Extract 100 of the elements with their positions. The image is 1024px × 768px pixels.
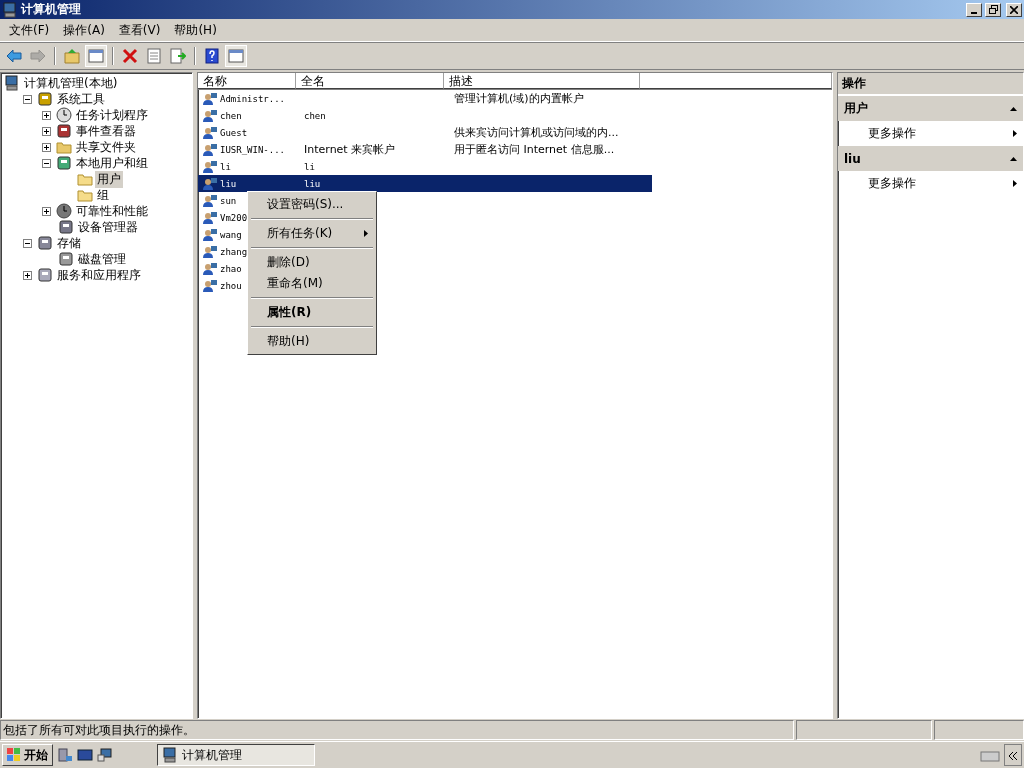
user-icon <box>202 261 218 276</box>
tree-item[interactable]: 事件查看器 <box>74 122 138 140</box>
tree-item[interactable]: 本地用户和组 <box>74 154 150 172</box>
close-icon <box>1010 5 1018 14</box>
forward-arrow-icon <box>30 48 46 64</box>
user-icon <box>202 159 218 174</box>
toolbar-button[interactable] <box>85 45 107 67</box>
folder-icon <box>77 172 93 186</box>
tree-item[interactable]: 设备管理器 <box>76 218 140 236</box>
menu-item[interactable]: 设置密码(S)... <box>250 194 374 215</box>
back-arrow-icon <box>6 48 22 64</box>
folder-icon <box>77 188 93 202</box>
table-cell[interactable]: wang <box>220 229 242 240</box>
computer-icon <box>4 75 20 91</box>
double-chevron-icon <box>1008 751 1018 760</box>
user-icon <box>202 91 218 106</box>
close-button[interactable] <box>1006 2 1022 17</box>
table-cell[interactable]: zhang <box>220 246 248 257</box>
toolbar-button[interactable] <box>167 45 189 67</box>
menu-item[interactable]: 查看(V) <box>111 19 168 41</box>
status-text: 包括了所有可对此项目执行的操作。 <box>0 720 794 740</box>
table-cell[interactable]: Guest <box>220 127 248 138</box>
action-group-header[interactable]: liu <box>838 146 1023 171</box>
expander-icon[interactable] <box>42 206 51 216</box>
column-header[interactable]: 名称 <box>198 73 297 89</box>
explorer-icon[interactable] <box>97 747 113 763</box>
tree-item[interactable]: 服务和应用程序 <box>55 266 143 284</box>
expander-icon[interactable] <box>23 270 32 280</box>
user-icon <box>202 125 218 140</box>
user-icon <box>202 278 218 293</box>
table-cell[interactable]: liu <box>220 178 237 189</box>
tree-item[interactable]: 存储 <box>55 234 83 252</box>
tree-item[interactable]: 计算机管理(本地) <box>22 74 120 92</box>
expander-icon[interactable] <box>23 94 32 104</box>
action-item[interactable]: 更多操作 <box>838 171 1023 196</box>
tree-item[interactable]: 组 <box>95 186 111 204</box>
table-cell[interactable]: IUSR_WIN-... <box>220 144 286 155</box>
expander-icon[interactable] <box>42 110 51 120</box>
shared-folder-icon <box>56 140 72 154</box>
table-cell[interactable]: chen <box>220 110 242 121</box>
menu-item[interactable]: 所有任务(K) <box>250 223 374 244</box>
user-icon <box>202 142 218 157</box>
tree-item[interactable]: 用户 <box>95 170 123 188</box>
minimize-button[interactable] <box>966 2 982 17</box>
table-cell[interactable]: Vm200 <box>220 212 248 223</box>
tree-item[interactable]: 磁盘管理 <box>76 250 128 268</box>
menu-item[interactable]: 帮助(H) <box>167 19 224 41</box>
expander-icon[interactable] <box>42 126 51 136</box>
list-row[interactable]: liu liu <box>198 175 652 192</box>
show-tray-button[interactable] <box>1004 744 1022 766</box>
menu-item[interactable]: 重命名(M) <box>250 273 374 294</box>
user-icon <box>202 108 218 123</box>
table-cell: 用于匿名访问 Internet 信息服... <box>454 142 615 157</box>
tree-item[interactable]: 任务计划程序 <box>74 106 150 124</box>
table-cell[interactable]: li <box>220 161 231 172</box>
restore-button[interactable] <box>985 2 1001 17</box>
menu-item[interactable]: 属性(R) <box>250 302 374 323</box>
app-icon <box>2 1 18 18</box>
expander-icon[interactable] <box>42 158 51 168</box>
properties-icon <box>146 48 162 64</box>
table-cell: 管理计算机(域)的内置帐户 <box>454 91 584 106</box>
export-list-icon <box>170 48 186 64</box>
table-cell[interactable]: zhao <box>220 263 242 274</box>
action-item[interactable]: 更多操作 <box>838 121 1023 146</box>
computer-icon <box>162 747 178 763</box>
table-cell: Internet 来宾帐户 <box>304 142 396 157</box>
submenu-arrow-icon <box>1013 130 1017 137</box>
column-header[interactable]: 描述 <box>443 73 641 89</box>
help-icon <box>204 48 220 64</box>
window-title: 计算机管理 <box>21 1 82 18</box>
folder-up-icon <box>64 48 80 64</box>
tree-item[interactable]: 可靠性和性能 <box>74 202 150 220</box>
action-group-header[interactable]: 用户 <box>838 96 1023 121</box>
user-icon <box>202 176 218 191</box>
menu-item[interactable]: 删除(D) <box>250 252 374 273</box>
delete-icon <box>122 48 138 64</box>
pane-icon <box>228 48 244 64</box>
minimize-icon <box>971 11 977 14</box>
column-header[interactable]: 全名 <box>296 73 444 89</box>
toolbar-button[interactable] <box>225 45 247 67</box>
taskbar-button[interactable]: 计算机管理 <box>157 744 315 766</box>
windows-logo-icon <box>7 748 21 762</box>
submenu-arrow-icon <box>364 230 368 237</box>
tree-item[interactable]: 系统工具 <box>55 90 107 108</box>
user-icon <box>202 193 218 208</box>
actions-title: 操作 <box>838 73 1023 96</box>
user-icon <box>202 227 218 242</box>
menu-item[interactable]: 文件(F) <box>2 19 57 41</box>
pane-icon <box>88 48 104 64</box>
menu-item[interactable]: 操作(A) <box>56 19 112 41</box>
start-button[interactable]: 开始 <box>2 744 53 766</box>
table-cell[interactable]: sun <box>220 195 237 206</box>
table-cell: chen <box>304 110 326 121</box>
expander-icon[interactable] <box>23 238 32 248</box>
table-cell[interactable]: zhou <box>220 280 242 291</box>
tree-item[interactable]: 共享文件夹 <box>74 138 138 156</box>
table-cell[interactable]: Administr... <box>220 93 286 104</box>
submenu-arrow-icon <box>1013 180 1017 187</box>
expander-icon[interactable] <box>42 142 51 152</box>
menu-item[interactable]: 帮助(H) <box>250 331 374 352</box>
